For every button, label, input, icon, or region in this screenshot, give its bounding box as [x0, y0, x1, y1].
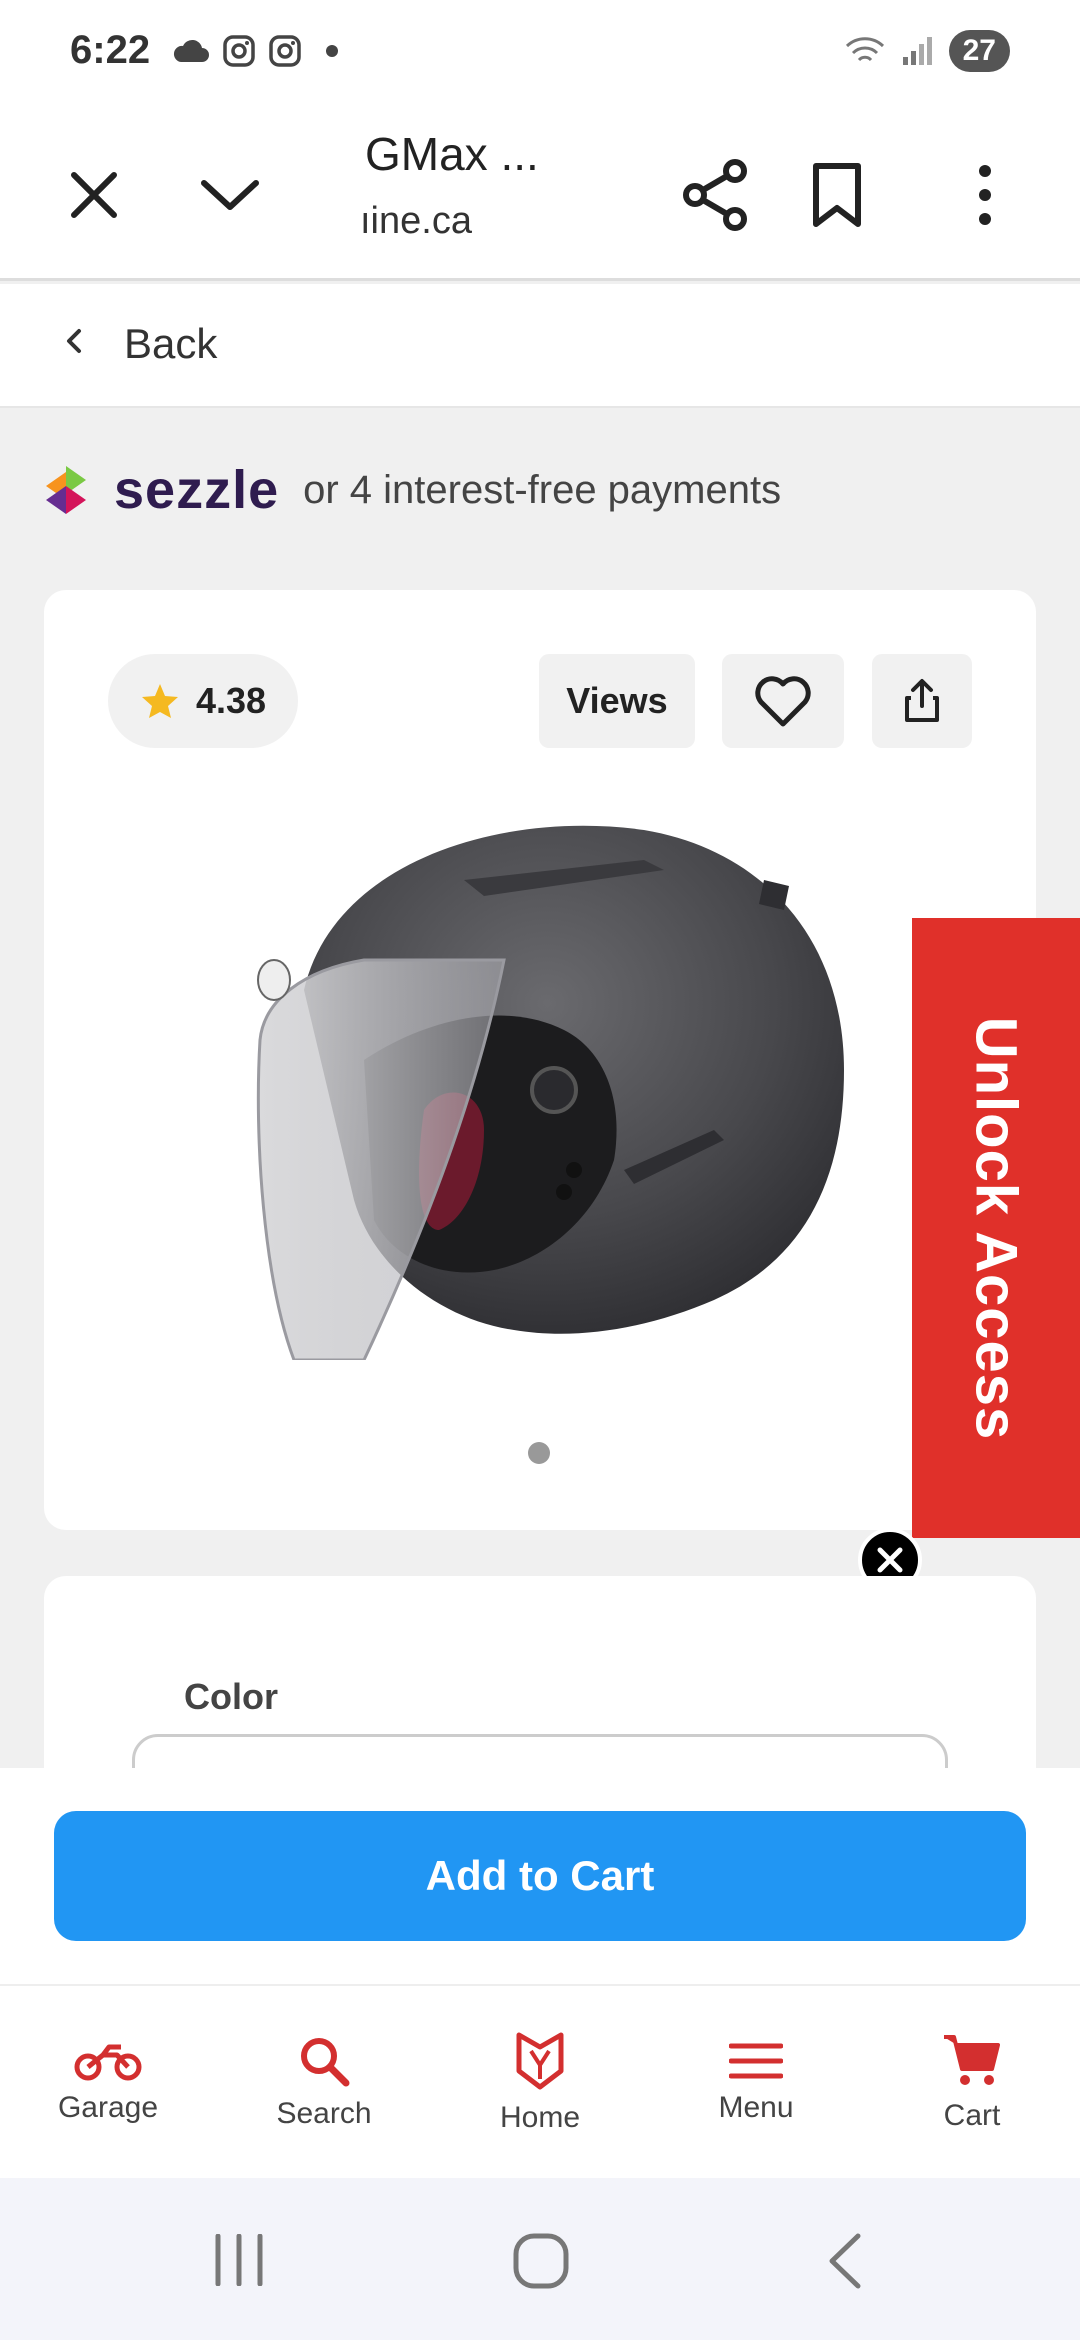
color-label: Color — [184, 1676, 278, 1717]
search-icon — [301, 2038, 350, 2087]
nav-item-menu[interactable]: Menu — [648, 1986, 864, 2180]
cart-icon — [944, 2035, 1000, 2085]
page-title: GMax ... — [365, 128, 539, 180]
system-navigation-bar — [0, 2178, 1080, 2340]
views-button[interactable]: Views — [539, 654, 695, 748]
close-tab-button[interactable] — [44, 145, 144, 245]
status-time: 6:22 — [70, 28, 151, 72]
back-nav-icon[interactable] — [824, 2232, 864, 2290]
page-url: ıine.ca — [360, 200, 472, 242]
share-upload-icon — [905, 679, 939, 722]
chevron-down-icon — [201, 180, 259, 210]
minimize-tab-button[interactable] — [180, 145, 280, 245]
unlock-access-tab[interactable]: Unlock Access — [912, 918, 1080, 1538]
sezzle-payment-banner[interactable]: sezzle or 4 interest-free payments — [42, 460, 781, 520]
battery-indicator: 27 — [948, 30, 1010, 72]
share-button[interactable] — [666, 145, 766, 245]
nav-item-garage[interactable]: Garage — [0, 1986, 216, 2180]
nav-label-cart: Cart — [943, 2099, 1001, 2132]
bookmark-icon — [813, 163, 861, 227]
home-button-icon[interactable] — [512, 2232, 570, 2290]
sezzle-logo-icon — [46, 466, 86, 514]
close-icon — [71, 172, 117, 218]
nav-label-menu: Menu — [718, 2091, 794, 2124]
product-image-helmet[interactable] — [244, 800, 884, 1360]
status-system-icons: 27 — [843, 30, 1010, 72]
status-notification-icons — [172, 34, 344, 68]
menu-icon — [729, 2043, 783, 2079]
sezzle-brand: sezzle — [114, 460, 280, 520]
back-bar: Back — [0, 284, 1080, 408]
back-button[interactable]: Back — [40, 304, 260, 388]
nav-item-home[interactable]: Home — [432, 1986, 648, 2180]
carousel-indicator-dot[interactable] — [528, 1442, 550, 1464]
motorcycle-icon — [74, 2044, 142, 2081]
bottom-navigation: Garage Search Home Menu Cart — [0, 1984, 1080, 2178]
rating-badge[interactable]: 4.38 — [108, 654, 298, 748]
status-bar: 6:22 27 — [0, 0, 1080, 105]
rating-value: 4.38 — [195, 680, 267, 721]
instagram-icon — [269, 35, 301, 67]
home-logo-icon — [516, 2032, 564, 2090]
signal-icon — [902, 37, 932, 65]
add-to-cart-button[interactable]: Add to Cart — [54, 1811, 1026, 1941]
cloud-icon — [173, 39, 209, 62]
bookmark-button[interactable] — [787, 145, 887, 245]
browser-custom-tab-header: GMax ... ıine.ca — [0, 105, 1080, 281]
chevron-left-icon — [67, 329, 81, 353]
notification-dot-icon — [326, 45, 338, 57]
nav-label-home: Home — [499, 2101, 581, 2134]
close-icon — [877, 1547, 903, 1573]
instagram-icon — [223, 35, 255, 67]
sezzle-text: or 4 interest-free payments — [303, 467, 782, 512]
wifi-icon — [845, 37, 884, 62]
nav-label-search: Search — [276, 2097, 372, 2130]
star-icon — [141, 684, 178, 718]
nav-item-search[interactable]: Search — [216, 1986, 432, 2180]
recent-apps-icon[interactable] — [212, 2234, 266, 2286]
add-to-cart-bar: Add to Cart — [0, 1768, 1080, 1984]
nav-label-garage: Garage — [57, 2091, 159, 2124]
nav-item-cart[interactable]: Cart — [864, 1986, 1080, 2180]
share-product-button[interactable] — [872, 654, 972, 748]
share-icon — [683, 159, 747, 231]
more-options-button[interactable] — [935, 145, 1035, 245]
product-gallery-card: 4.38 Views — [44, 590, 1036, 1530]
favorite-button[interactable] — [722, 654, 844, 748]
more-vertical-icon — [979, 165, 991, 225]
back-label: Back — [124, 320, 218, 367]
heart-icon — [755, 676, 811, 727]
product-options-card: Color — [44, 1576, 1036, 1776]
unlock-access-label: Unlock Access — [963, 1016, 1029, 1440]
